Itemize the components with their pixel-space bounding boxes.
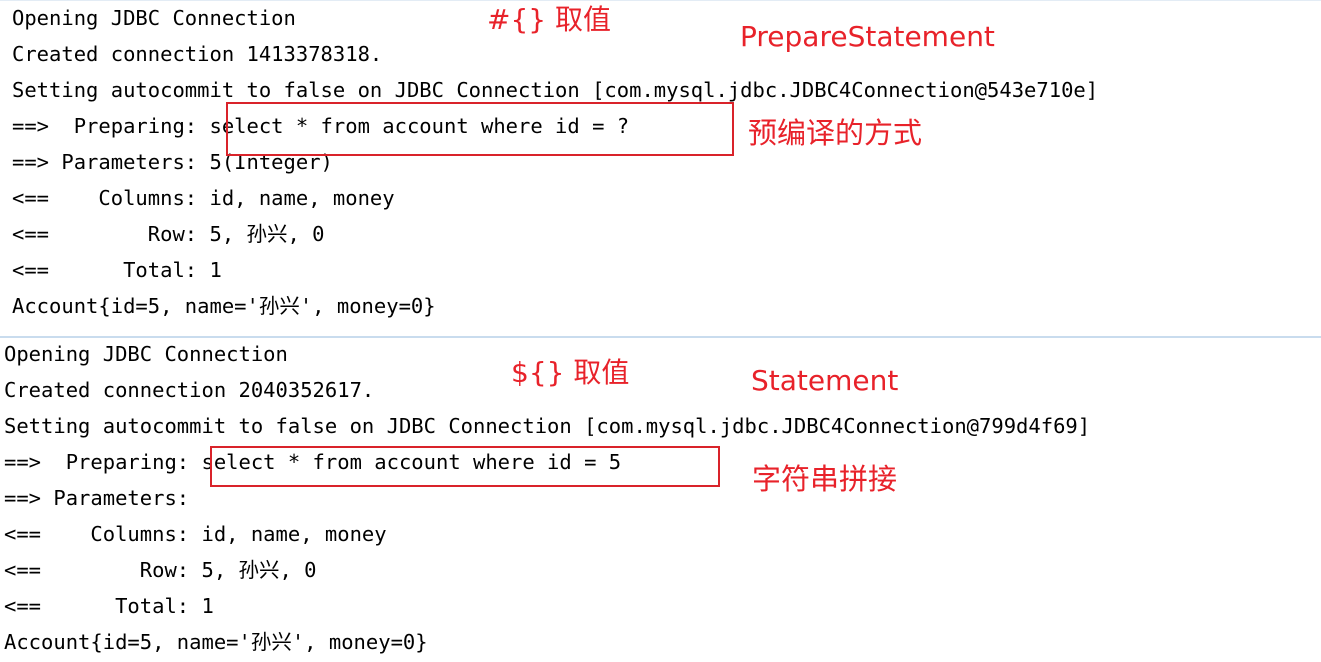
annotation-note: 字符串拼接 [752,462,898,496]
log-line-total: <== Total: 1 [4,594,214,618]
log-line-columns: <== Columns: id, name, money [12,186,395,210]
log-line-created: Created connection 2040352617. [4,378,375,402]
log-line-row: <== Row: 5, 孙兴, 0 [4,558,317,582]
annotation-statement-type: PrepareStatement [740,20,995,53]
sql-highlight-box [226,102,734,156]
log-panel-prepared: Opening JDBC Connection Created connecti… [0,0,1321,338]
log-line-total: <== Total: 1 [12,258,222,282]
log-line-autocommit: Setting autocommit to false on JDBC Conn… [4,414,1091,438]
log-panel-statement: Opening JDBC Connection Created connecti… [0,338,1321,662]
log-line-result: Account{id=5, name='孙兴', money=0} [4,630,428,654]
log-line-created: Created connection 1413378318. [12,42,383,66]
log-line-row: <== Row: 5, 孙兴, 0 [12,222,325,246]
annotation-placeholder: #{} 取值 [487,3,611,36]
annotation-note: 预编译的方式 [748,116,923,150]
log-line-opening: Opening JDBC Connection [4,342,288,366]
annotation-statement-type: Statement [751,364,899,397]
log-line-columns: <== Columns: id, name, money [4,522,387,546]
log-line-parameters: ==> Parameters: [4,486,202,510]
log-line-result: Account{id=5, name='孙兴', money=0} [12,294,436,318]
log-line-autocommit: Setting autocommit to false on JDBC Conn… [12,78,1099,102]
log-line-opening: Opening JDBC Connection [12,6,296,30]
sql-highlight-box [210,446,720,487]
annotation-placeholder: ${} 取值 [511,356,630,389]
